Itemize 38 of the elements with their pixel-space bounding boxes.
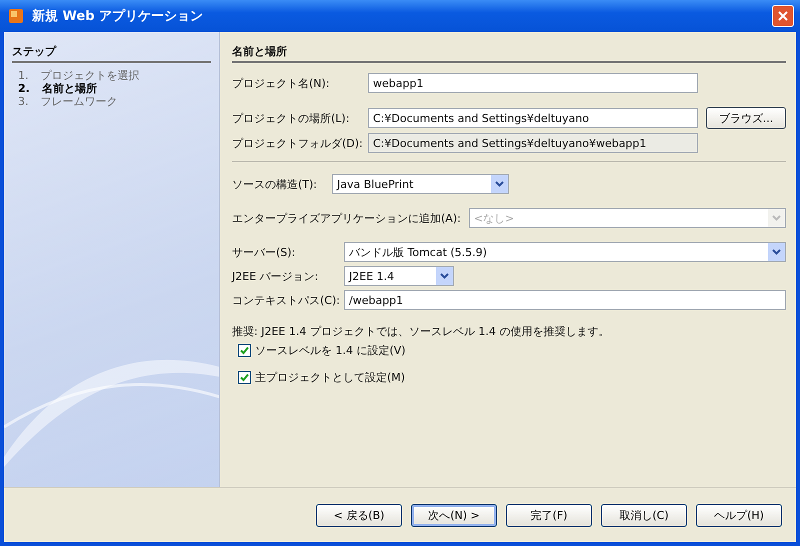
recommendation-note: 推奨: J2EE 1.4 プロジェクトでは、ソースレベル 1.4 の使用を推奨します。 xyxy=(232,324,610,339)
step-item: 3. フレームワーク xyxy=(17,95,118,108)
checkbox-label: 主プロジェクトとして設定(M) xyxy=(255,370,406,385)
readonly-field[interactable]: C:¥Documents and Settings¥deltuyano¥webapp1 xyxy=(368,133,698,153)
close-icon xyxy=(777,10,789,22)
checkbox[interactable] xyxy=(238,371,251,384)
field-label: エンタープライズアプリケーションに追加(A): xyxy=(232,210,461,226)
steps-heading: ステップ xyxy=(12,45,56,58)
dropdown[interactable]: Java BluePrint xyxy=(332,174,509,194)
dialog-button[interactable]: 完了(F) xyxy=(506,504,592,526)
browse-button[interactable]: ブラウズ... xyxy=(706,107,786,129)
dropdown[interactable]: バンドル版 Tomcat (5.5.9) xyxy=(344,242,786,262)
checkbox[interactable] xyxy=(238,344,251,357)
chevron-down-icon xyxy=(495,181,504,187)
dropdown[interactable]: J2EE 1.4 xyxy=(344,266,454,286)
input-field[interactable]: C:¥Documents and Settings¥deltuyano xyxy=(368,108,698,128)
app-icon xyxy=(8,8,24,24)
dialog-button[interactable]: < 戻る(B) xyxy=(316,504,402,526)
input-field[interactable]: webapp1 xyxy=(368,73,698,93)
field-label: プロジェクトの場所(L): xyxy=(232,110,350,126)
dialog-button[interactable]: 次へ(N) > xyxy=(411,504,497,526)
input-field[interactable]: /webapp1 xyxy=(344,290,786,310)
window-title: 新規 Web アプリケーション xyxy=(32,8,204,25)
field-label: J2EE バージョン: xyxy=(232,268,320,284)
field-label: プロジェクト名(N): xyxy=(232,76,331,90)
chevron-down-icon xyxy=(772,215,781,221)
step-item: 2. 名前と場所 xyxy=(17,82,98,95)
dialog-button[interactable]: 取消し(C) xyxy=(601,504,687,526)
chevron-down-icon xyxy=(772,249,781,255)
chevron-down-icon xyxy=(440,273,449,279)
field-label: サーバー(S): xyxy=(232,244,296,260)
dialog-button[interactable]: ヘルプ(H) xyxy=(696,504,782,526)
field-label: プロジェクトフォルダ(D): xyxy=(232,136,360,150)
close-button[interactable] xyxy=(772,5,794,27)
step-item: 1. プロジェクトを選択 xyxy=(17,69,140,82)
checkbox-label: ソースレベルを 1.4 に設定(V) xyxy=(255,343,406,358)
field-label: ソースの構造(T): xyxy=(232,176,318,192)
section-heading: 名前と場所 xyxy=(232,45,287,58)
